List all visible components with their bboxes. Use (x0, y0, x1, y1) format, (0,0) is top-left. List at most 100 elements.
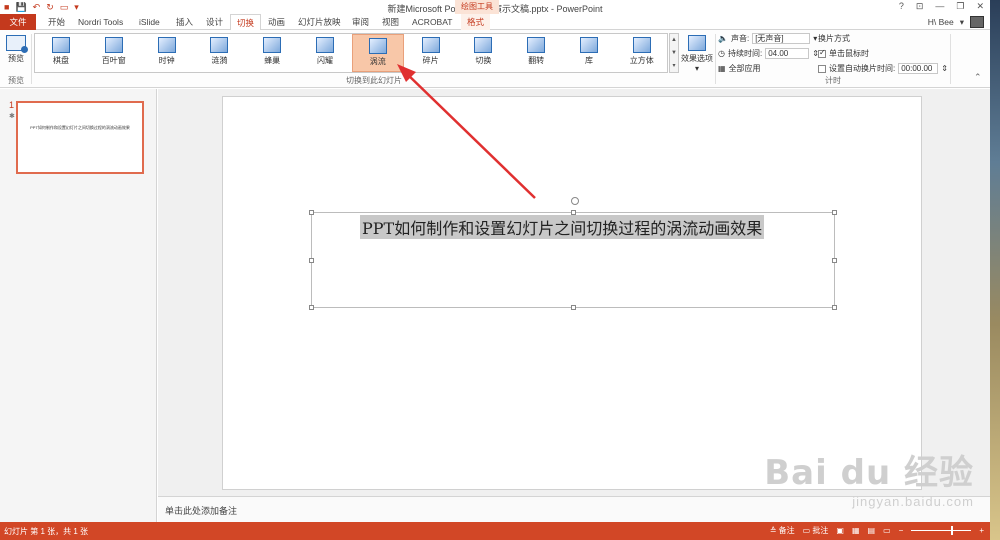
title-bar: ■ 💾 ↶ ↻ ▭ ▾ 新建Microsoft PowerPoint 演示文稿.… (0, 0, 990, 14)
notes-toggle[interactable]: ≙ 备注 (770, 525, 795, 536)
transition-item[interactable]: 时钟 (141, 34, 193, 72)
user-dropdown-icon[interactable]: ▾ (960, 17, 964, 28)
slide-number: 1 (9, 100, 15, 110)
transition-effect-icon (52, 37, 70, 53)
transition-item[interactable]: 蜂巢 (246, 34, 298, 72)
title-textbox[interactable]: PPT如何制作和设置幻灯片之间切换过程的涡流动画效果 (309, 197, 837, 310)
transition-label: 涟漪 (211, 56, 228, 65)
transition-label: 时钟 (158, 56, 175, 65)
resize-handle[interactable] (309, 210, 314, 215)
resize-handle[interactable] (832, 258, 837, 263)
status-controls: ≙ 备注 ▭ 批注 ▣ ▦ ▤ ▭ − + (770, 525, 984, 536)
thumbnail-text: PPT如何制作和设置幻灯片之间切换过程的涡流动画效果 (30, 125, 130, 130)
avatar[interactable] (970, 16, 984, 28)
resize-handle[interactable] (832, 210, 837, 215)
slide-canvas[interactable]: PPT如何制作和设置幻灯片之间切换过程的涡流动画效果 (222, 96, 922, 490)
transition-effect-icon (580, 37, 598, 53)
transition-star-icon: ✱ (9, 113, 15, 120)
notes-toggle-label: 备注 (778, 526, 795, 535)
ribbon: 预览 预览 棋盘 百叶窗 时钟 涟漪 蜂巢 闪耀 涡流 碎片 切换 翻转 库 立方体 ▲ ▼ ▾ 切换到此… (0, 30, 990, 88)
zoom-in-icon[interactable]: + (979, 526, 984, 535)
tab-slideshow[interactable]: 幻灯片放映 (292, 14, 347, 30)
window-controls: ? ⊡ — ❐ ✕ (899, 1, 984, 12)
gallery-scrollbar[interactable]: ▲ ▼ ▾ (669, 33, 679, 73)
transition-item[interactable]: 棋盘 (35, 34, 87, 72)
transition-label: 碎片 (422, 56, 439, 65)
slide-title-text[interactable]: PPT如何制作和设置幻灯片之间切换过程的涡流动画效果 (360, 215, 765, 239)
tab-format[interactable]: 格式 (461, 14, 491, 30)
tab-file[interactable]: 文件 (0, 14, 36, 30)
user-account[interactable]: H\ Bee ▾ (928, 16, 984, 28)
transition-label: 闪耀 (317, 56, 333, 65)
group-separator (715, 34, 716, 84)
user-name: H\ Bee (927, 17, 954, 27)
restore-button[interactable]: ❐ (956, 1, 964, 12)
auto-after-checkbox[interactable] (818, 64, 826, 73)
resize-handle[interactable] (309, 305, 314, 310)
auto-after-stepper[interactable]: ⇕ (941, 64, 948, 73)
slide-editing-area: PPT如何制作和设置幻灯片之间切换过程的涡流动画效果 (158, 89, 990, 496)
transition-label: 库 (585, 56, 593, 65)
transition-item[interactable]: 闪耀 (299, 34, 351, 72)
slideshow-view-icon[interactable]: ▭ (883, 526, 891, 535)
duration-row: ◷ 持续时间: 04.00 ⇕ (718, 48, 819, 59)
preview-label: 预览 (8, 54, 24, 63)
transition-effect-icon (421, 37, 440, 53)
transition-label: 立方体 (629, 56, 654, 65)
resize-handle[interactable] (571, 305, 576, 310)
duration-input[interactable]: 04.00 (765, 48, 810, 59)
effect-options-label: 效果选项 (681, 54, 713, 63)
comments-toggle[interactable]: ▭ 批注 (803, 525, 829, 536)
rotate-handle[interactable] (571, 197, 579, 205)
collapse-ribbon-icon[interactable]: ⌃ (974, 72, 982, 83)
transition-effect-icon (474, 37, 493, 53)
zoom-out-icon[interactable]: − (899, 526, 904, 535)
tab-home[interactable]: 开始 (42, 14, 71, 30)
ribbon-display-icon[interactable]: ⊡ (916, 1, 924, 12)
help-button[interactable]: ? (899, 1, 904, 12)
effect-options-button[interactable]: 效果选项 ▾ (681, 33, 713, 77)
sound-select[interactable]: [无声音] (752, 33, 811, 44)
transition-effect-icon (157, 37, 176, 53)
transition-item[interactable]: 库 (563, 34, 615, 72)
close-button[interactable]: ✕ (976, 1, 984, 12)
transition-item[interactable]: 百叶窗 (88, 34, 140, 72)
normal-view-icon[interactable]: ▣ (836, 526, 844, 535)
zoom-slider[interactable] (911, 526, 972, 535)
group-separator (31, 34, 32, 84)
transition-item[interactable]: 立方体 (616, 34, 668, 72)
transition-label: 切换 (475, 56, 492, 65)
transition-effect-icon (368, 38, 387, 54)
auto-after-input[interactable]: 00:00.00 (898, 63, 939, 74)
resize-handle[interactable] (309, 258, 314, 263)
tab-islide[interactable]: iSlide (133, 14, 166, 30)
transition-item[interactable]: 碎片 (405, 34, 457, 72)
tab-nordri-tools[interactable]: Nordri Tools (72, 14, 129, 30)
group-separator (950, 34, 951, 84)
apply-all-button[interactable]: ▦ 全部应用 (718, 63, 761, 74)
transition-item[interactable]: 翻转 (510, 34, 562, 72)
chevron-down-icon[interactable]: ▾ (813, 34, 817, 43)
preview-button[interactable]: 预览 (3, 33, 29, 71)
on-click-checkbox[interactable] (818, 48, 826, 58)
tab-review[interactable]: 审阅 (346, 14, 375, 30)
on-click-row[interactable]: 单击鼠标时 (818, 48, 869, 59)
tab-insert[interactable]: 插入 (170, 14, 199, 30)
minimize-button[interactable]: — (935, 1, 944, 12)
transition-item[interactable]: 涟漪 (193, 34, 245, 72)
transition-item[interactable]: 涡流 (351, 34, 404, 72)
duration-label: 持续时间: (727, 49, 763, 58)
tab-design[interactable]: 设计 (200, 14, 229, 30)
tab-acrobat[interactable]: ACROBAT (406, 14, 458, 30)
apply-all-label: 全部应用 (728, 64, 761, 73)
tab-view[interactable]: 视图 (376, 14, 405, 30)
slide-thumbnail[interactable]: PPT如何制作和设置幻灯片之间切换过程的涡流动画效果 (16, 101, 144, 174)
tab-animations[interactable]: 动画 (262, 14, 291, 30)
transitions-group-label: 切换到此幻灯片 (346, 76, 402, 85)
status-bar: 幻灯片 第 1 张，共 1 张 ≙ 备注 ▭ 批注 ▣ ▦ ▤ ▭ − + (0, 522, 990, 540)
slide-sorter-icon[interactable]: ▦ (852, 526, 860, 535)
reading-view-icon[interactable]: ▤ (868, 526, 876, 535)
resize-handle[interactable] (832, 305, 837, 310)
transition-item[interactable]: 切换 (457, 34, 509, 72)
tab-transitions[interactable]: 切换 (230, 14, 262, 31)
